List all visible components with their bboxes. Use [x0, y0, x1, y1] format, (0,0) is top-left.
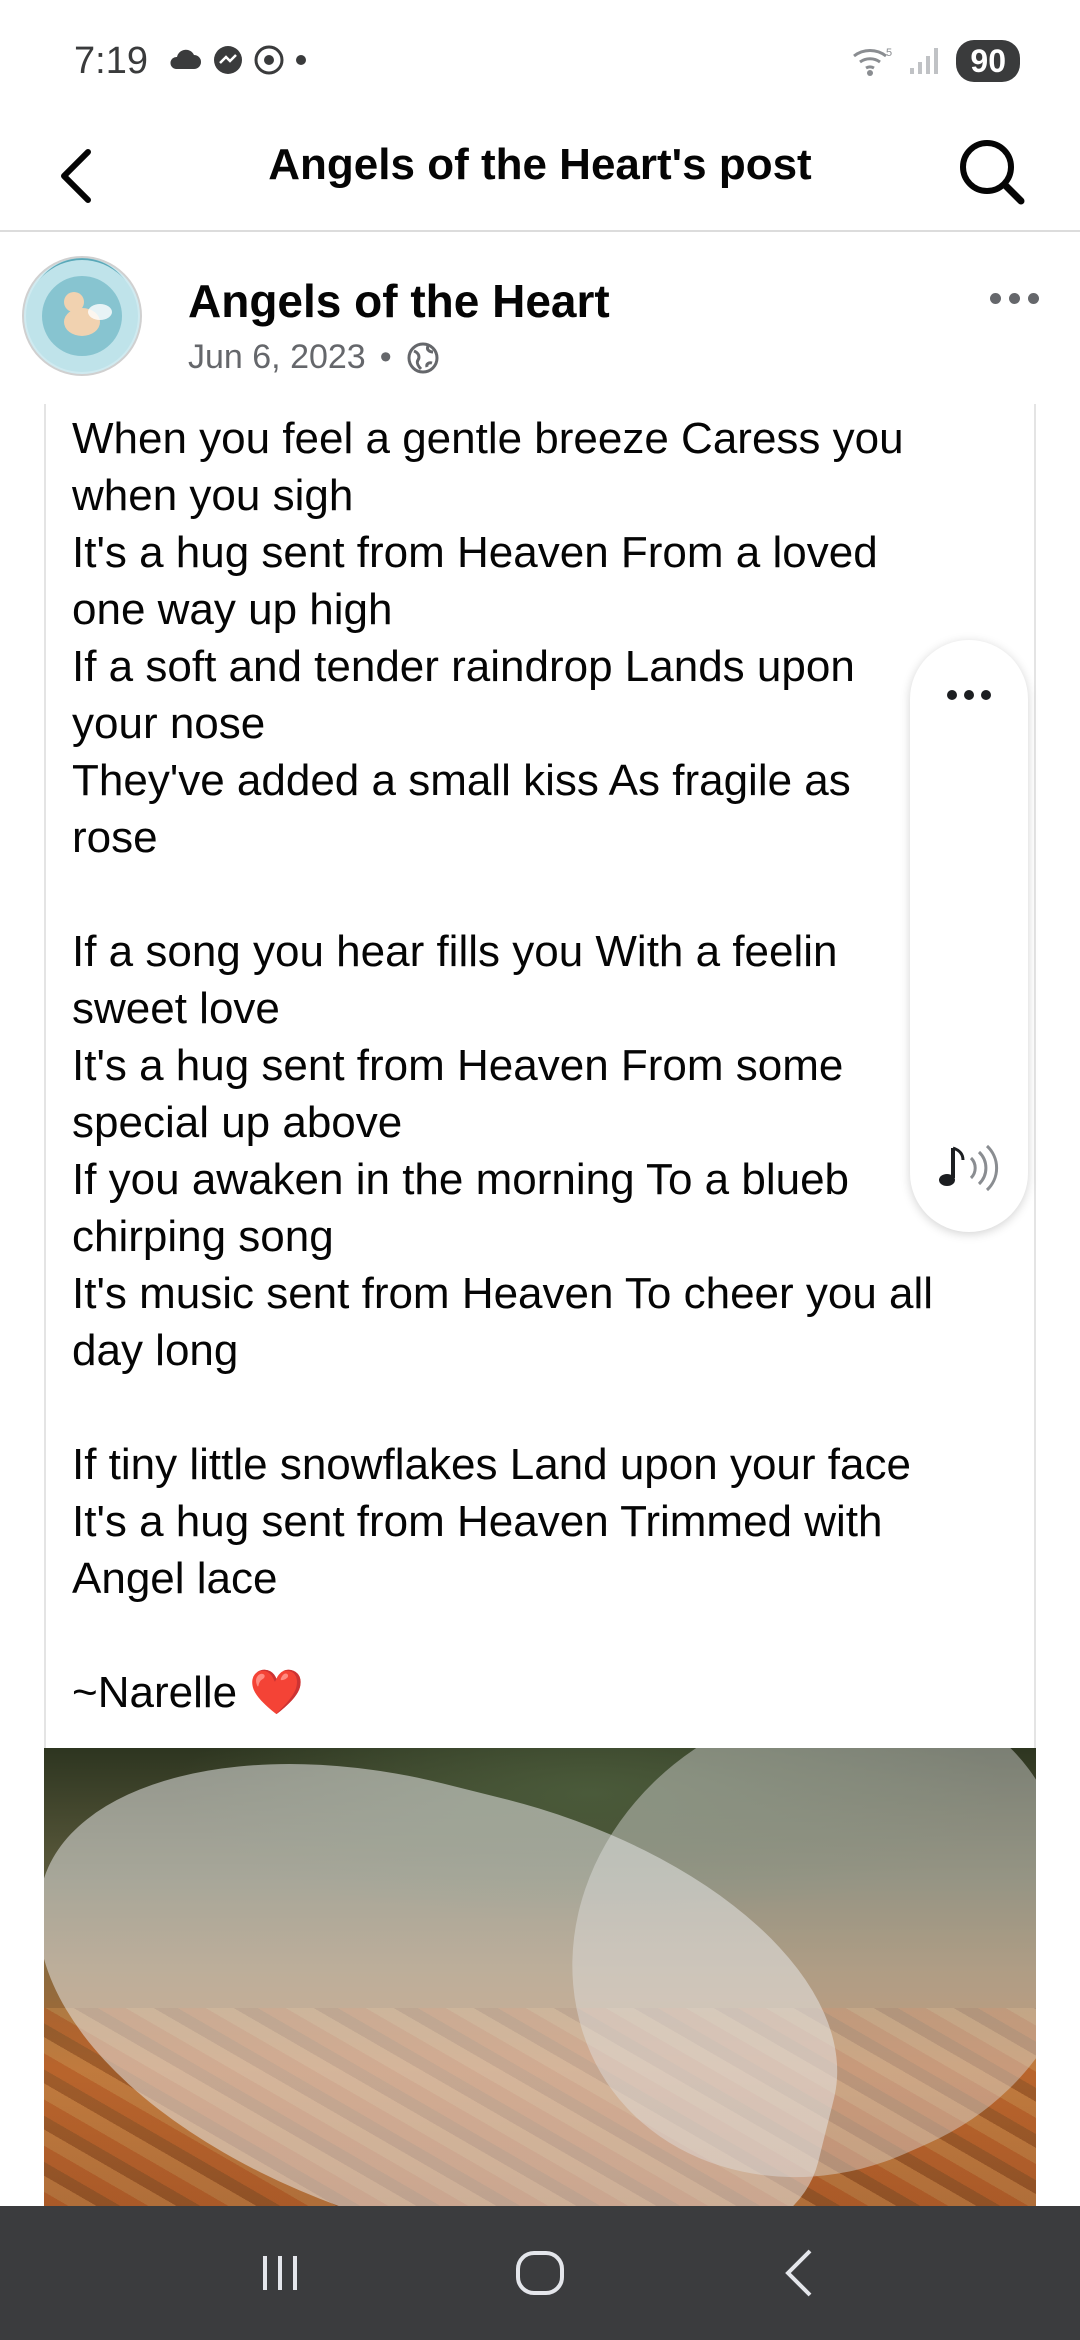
post-text-line: one way up high: [72, 585, 393, 634]
music-sound-icon: [939, 1144, 999, 1192]
chevron-left-icon: [61, 149, 91, 203]
battery-indicator: 90: [956, 40, 1020, 82]
signal-icon: [910, 48, 939, 74]
search-button[interactable]: [950, 130, 1034, 214]
avatar[interactable]: [22, 256, 142, 376]
post-text-line: It's a hug sent from Heaven From some: [72, 1041, 844, 1090]
post-image[interactable]: [44, 1748, 1036, 2206]
post-text-line: sweet love: [72, 984, 280, 1033]
audio-button[interactable]: [930, 1130, 1006, 1206]
post-date[interactable]: Jun 6, 2023: [188, 338, 366, 377]
globe-icon: [407, 342, 439, 373]
meta-separator: •: [379, 338, 392, 376]
back-button[interactable]: [46, 136, 106, 216]
post-text-line: [72, 1379, 1032, 1436]
post-text-line: If you awaken in the morning To a blueb: [72, 1155, 850, 1204]
post-text-line: It's music sent from Heaven To cheer you…: [72, 1269, 934, 1318]
more-dot: [981, 690, 991, 700]
page-title: Angels of the Heart's post: [268, 140, 812, 189]
status-time: 7:19: [74, 40, 148, 82]
search-icon: [960, 140, 1025, 205]
messenger-icon: [214, 46, 242, 74]
post-text-line: If a song you hear fills you With a feel…: [72, 927, 838, 976]
recent-apps-button[interactable]: [235, 2228, 325, 2318]
post-text-line: special up above: [72, 1098, 403, 1147]
post-text-line: It's a hug sent from Heaven From a loved: [72, 528, 878, 577]
post-text-line: ~Narelle ❤️: [72, 1668, 305, 1717]
post-text-line: chirping song: [72, 1212, 334, 1261]
post-text-line: Angel lace: [72, 1554, 278, 1603]
dot-icon: [296, 55, 306, 65]
post-meta: Jun 6, 2023 •: [188, 338, 440, 377]
post-text-line: rose: [72, 813, 158, 862]
wifi-icon: 5: [853, 47, 893, 76]
more-dot: [1027, 292, 1039, 304]
cloud-icon: [170, 49, 201, 69]
chrome-icon: [254, 45, 284, 75]
post-text[interactable]: When you feel a gentle breeze Caress you…: [72, 410, 1032, 1721]
system-nav-bar: [0, 2206, 1080, 2340]
post-more-button[interactable]: [974, 278, 1054, 318]
post-text-line: It's a hug sent from Heaven Trimmed with: [72, 1497, 883, 1546]
post-text-line: your nose: [72, 699, 266, 748]
post-body: When you feel a gentle breeze Caress you…: [44, 404, 1036, 1750]
system-back-button[interactable]: [755, 2228, 845, 2318]
status-icons-right: 5 90: [850, 40, 1020, 82]
home-button[interactable]: [495, 2228, 585, 2318]
post-text-line: when you sigh: [72, 471, 354, 520]
post-header: Angels of the Heart Jun 6, 2023 •: [0, 234, 1080, 404]
floating-side-panel: [910, 640, 1028, 1232]
more-dot: [964, 690, 974, 700]
more-dot: [1008, 292, 1020, 304]
home-icon: [516, 2251, 564, 2295]
top-app-bar: Angels of the Heart's post: [0, 126, 1080, 232]
status-icons-left: [168, 44, 308, 76]
post-text-line: [72, 1607, 1032, 1664]
post-text-line: If a soft and tender raindrop Lands upon: [72, 642, 855, 691]
author-name[interactable]: Angels of the Heart: [188, 274, 610, 328]
back-icon: [785, 2249, 812, 2297]
post-text-line: They've added a small kiss As fragile as: [72, 756, 851, 805]
recent-apps-icon: [263, 2256, 297, 2290]
post-text-line: day long: [72, 1326, 239, 1375]
more-dot: [989, 292, 1001, 304]
side-more-button[interactable]: [934, 680, 1004, 710]
more-dot: [947, 690, 957, 700]
post-text-line: [72, 866, 1032, 923]
svg-text:5: 5: [886, 47, 892, 59]
post-text-line: When you feel a gentle breeze Caress you: [72, 414, 904, 463]
status-bar: 7:19 5 90: [0, 0, 1080, 126]
angel-avatar-image: [26, 260, 138, 372]
post-text-line: If tiny little snowflakes Land upon your…: [72, 1440, 911, 1489]
